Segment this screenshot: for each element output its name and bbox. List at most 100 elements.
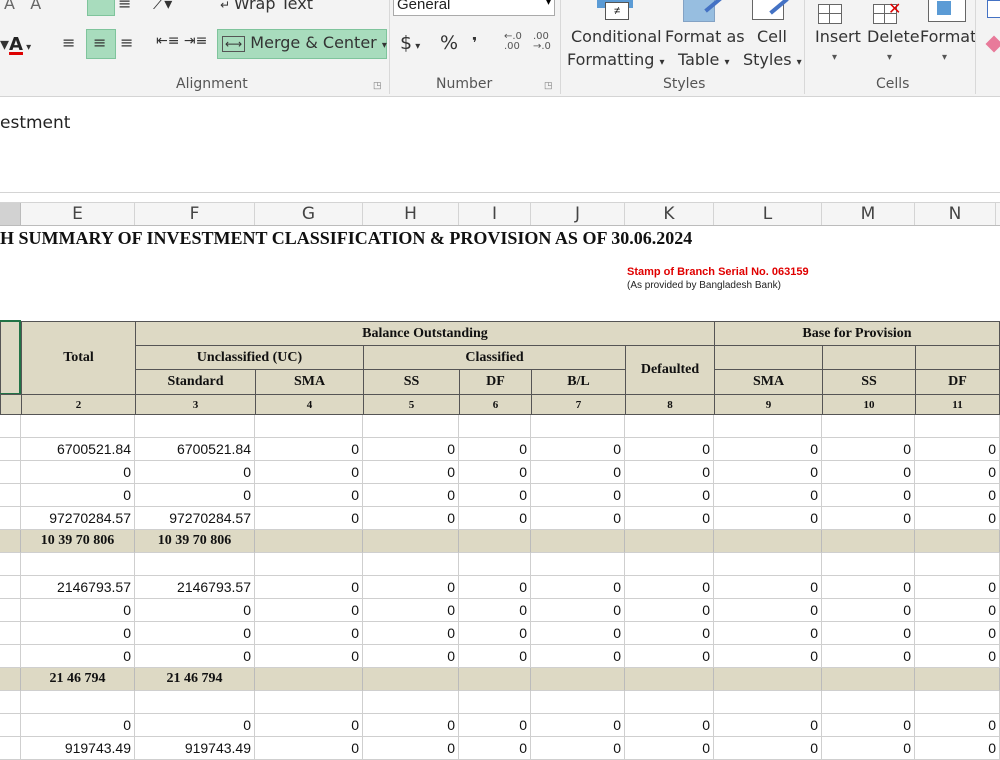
row-lead-cell[interactable] bbox=[0, 415, 21, 438]
table-cell[interactable]: 0 bbox=[21, 714, 135, 737]
row-lead-cell[interactable] bbox=[0, 599, 21, 622]
align-middle-button[interactable] bbox=[87, 0, 115, 16]
font-grow-icon[interactable]: A A bbox=[4, 0, 41, 13]
row-lead-cell[interactable] bbox=[0, 530, 21, 553]
colnum-cell[interactable]: 10 bbox=[822, 394, 916, 415]
table-cell[interactable]: 0 bbox=[714, 622, 822, 645]
table-cell[interactable]: 0 bbox=[625, 737, 714, 760]
table-cell[interactable]: 97270284.57 bbox=[135, 507, 255, 530]
table-cell[interactable]: 0 bbox=[822, 737, 915, 760]
table-cell[interactable]: 0 bbox=[255, 507, 363, 530]
table-cell[interactable]: 919743.49 bbox=[135, 737, 255, 760]
column-header-h[interactable]: H bbox=[363, 203, 459, 225]
table-cell[interactable] bbox=[255, 415, 363, 438]
colnum-cell[interactable]: 11 bbox=[915, 394, 1000, 415]
table-cell[interactable]: 0 bbox=[255, 438, 363, 461]
header-empty-cell[interactable] bbox=[915, 345, 1000, 370]
table-cell[interactable]: 0 bbox=[21, 645, 135, 668]
table-cell[interactable] bbox=[625, 668, 714, 691]
table-cell[interactable] bbox=[255, 668, 363, 691]
table-cell[interactable]: 0 bbox=[915, 438, 1000, 461]
header-balance-outstanding[interactable]: Balance Outstanding bbox=[135, 321, 715, 346]
table-cell[interactable]: 0 bbox=[459, 507, 531, 530]
table-cell[interactable]: 0 bbox=[915, 576, 1000, 599]
table-cell[interactable]: 0 bbox=[915, 507, 1000, 530]
row-lead-cell[interactable] bbox=[0, 553, 21, 576]
table-cell[interactable]: 919743.49 bbox=[21, 737, 135, 760]
header-unclassified[interactable]: Unclassified (UC) bbox=[135, 345, 364, 370]
header-base-sma[interactable]: SMA bbox=[714, 369, 823, 395]
table-cell[interactable] bbox=[255, 530, 363, 553]
formula-bar[interactable]: estment bbox=[0, 97, 1000, 193]
header-empty-cell[interactable] bbox=[822, 345, 916, 370]
table-cell[interactable]: 0 bbox=[625, 599, 714, 622]
table-cell[interactable] bbox=[459, 691, 531, 714]
alignment-launcher-icon[interactable]: ◳ bbox=[373, 80, 382, 91]
table-cell[interactable]: 0 bbox=[255, 576, 363, 599]
table-cell[interactable] bbox=[459, 553, 531, 576]
table-cell[interactable] bbox=[714, 553, 822, 576]
table-cell[interactable] bbox=[822, 415, 915, 438]
table-cell[interactable] bbox=[135, 691, 255, 714]
align-right-icon[interactable]: ≡ bbox=[120, 33, 133, 52]
table-cell[interactable] bbox=[21, 553, 135, 576]
table-cell[interactable]: 0 bbox=[714, 484, 822, 507]
table-cell[interactable]: 0 bbox=[21, 484, 135, 507]
wrap-text-button[interactable]: ↵ Wrap Text bbox=[220, 0, 313, 13]
table-cell[interactable]: 0 bbox=[531, 576, 625, 599]
table-cell[interactable]: 0 bbox=[822, 461, 915, 484]
header-base-for-provision[interactable]: Base for Provision bbox=[714, 321, 1000, 346]
format-as-table-button-2[interactable]: Table ▾ bbox=[678, 50, 730, 69]
row-lead-cell[interactable] bbox=[0, 737, 21, 760]
table-cell[interactable]: 0 bbox=[21, 461, 135, 484]
number-format-select[interactable]: General ▾ bbox=[393, 0, 555, 16]
colnum-cell[interactable]: 6 bbox=[459, 394, 532, 415]
table-cell[interactable]: 0 bbox=[135, 599, 255, 622]
table-cell[interactable]: 0 bbox=[915, 737, 1000, 760]
column-header-f[interactable]: F bbox=[135, 203, 255, 225]
insert-button[interactable]: Insert bbox=[815, 27, 861, 46]
table-cell[interactable]: 0 bbox=[135, 645, 255, 668]
percent-button[interactable]: % bbox=[440, 32, 458, 54]
header-total[interactable]: Total bbox=[21, 321, 136, 395]
table-cell[interactable]: 0 bbox=[363, 484, 459, 507]
table-cell[interactable] bbox=[363, 691, 459, 714]
header-base-df[interactable]: DF bbox=[915, 369, 1000, 395]
table-cell[interactable]: 0 bbox=[255, 599, 363, 622]
table-cell[interactable]: 0 bbox=[915, 645, 1000, 668]
colnum-cell[interactable]: 5 bbox=[363, 394, 460, 415]
table-cell[interactable]: 0 bbox=[714, 645, 822, 668]
table-cell[interactable]: 0 bbox=[459, 622, 531, 645]
table-cell[interactable]: 0 bbox=[714, 576, 822, 599]
table-cell[interactable]: 0 bbox=[714, 737, 822, 760]
insert-dropdown-icon[interactable]: ▾ bbox=[832, 52, 837, 63]
row-lead-cell[interactable] bbox=[0, 484, 21, 507]
table-cell[interactable]: 0 bbox=[135, 714, 255, 737]
column-header-g[interactable]: G bbox=[255, 203, 363, 225]
align-bottom-icon[interactable]: ≡ bbox=[118, 0, 131, 13]
table-cell[interactable] bbox=[363, 530, 459, 553]
table-cell[interactable]: 0 bbox=[363, 461, 459, 484]
column-header-j[interactable]: J bbox=[531, 203, 625, 225]
table-cell[interactable]: 0 bbox=[363, 507, 459, 530]
table-cell[interactable]: 0 bbox=[459, 714, 531, 737]
table-cell[interactable]: 21 46 794 bbox=[135, 668, 255, 691]
table-cell[interactable]: 0 bbox=[459, 645, 531, 668]
table-cell[interactable]: 0 bbox=[625, 645, 714, 668]
table-cell[interactable] bbox=[714, 668, 822, 691]
table-cell[interactable]: 0 bbox=[822, 576, 915, 599]
colnum-cell[interactable]: 4 bbox=[255, 394, 364, 415]
table-cell[interactable]: 0 bbox=[363, 714, 459, 737]
header-df[interactable]: DF bbox=[459, 369, 532, 395]
colnum-cell[interactable]: 2 bbox=[21, 394, 136, 415]
table-cell[interactable]: 2146793.57 bbox=[21, 576, 135, 599]
table-cell[interactable]: 0 bbox=[822, 438, 915, 461]
table-cell[interactable]: 0 bbox=[255, 645, 363, 668]
table-cell[interactable]: 0 bbox=[714, 507, 822, 530]
table-cell[interactable] bbox=[255, 691, 363, 714]
colnum-cell[interactable]: 3 bbox=[135, 394, 256, 415]
column-header-e[interactable]: E bbox=[21, 203, 135, 225]
table-cell[interactable] bbox=[363, 415, 459, 438]
row-lead-cell[interactable] bbox=[0, 668, 21, 691]
table-cell[interactable]: 0 bbox=[531, 507, 625, 530]
